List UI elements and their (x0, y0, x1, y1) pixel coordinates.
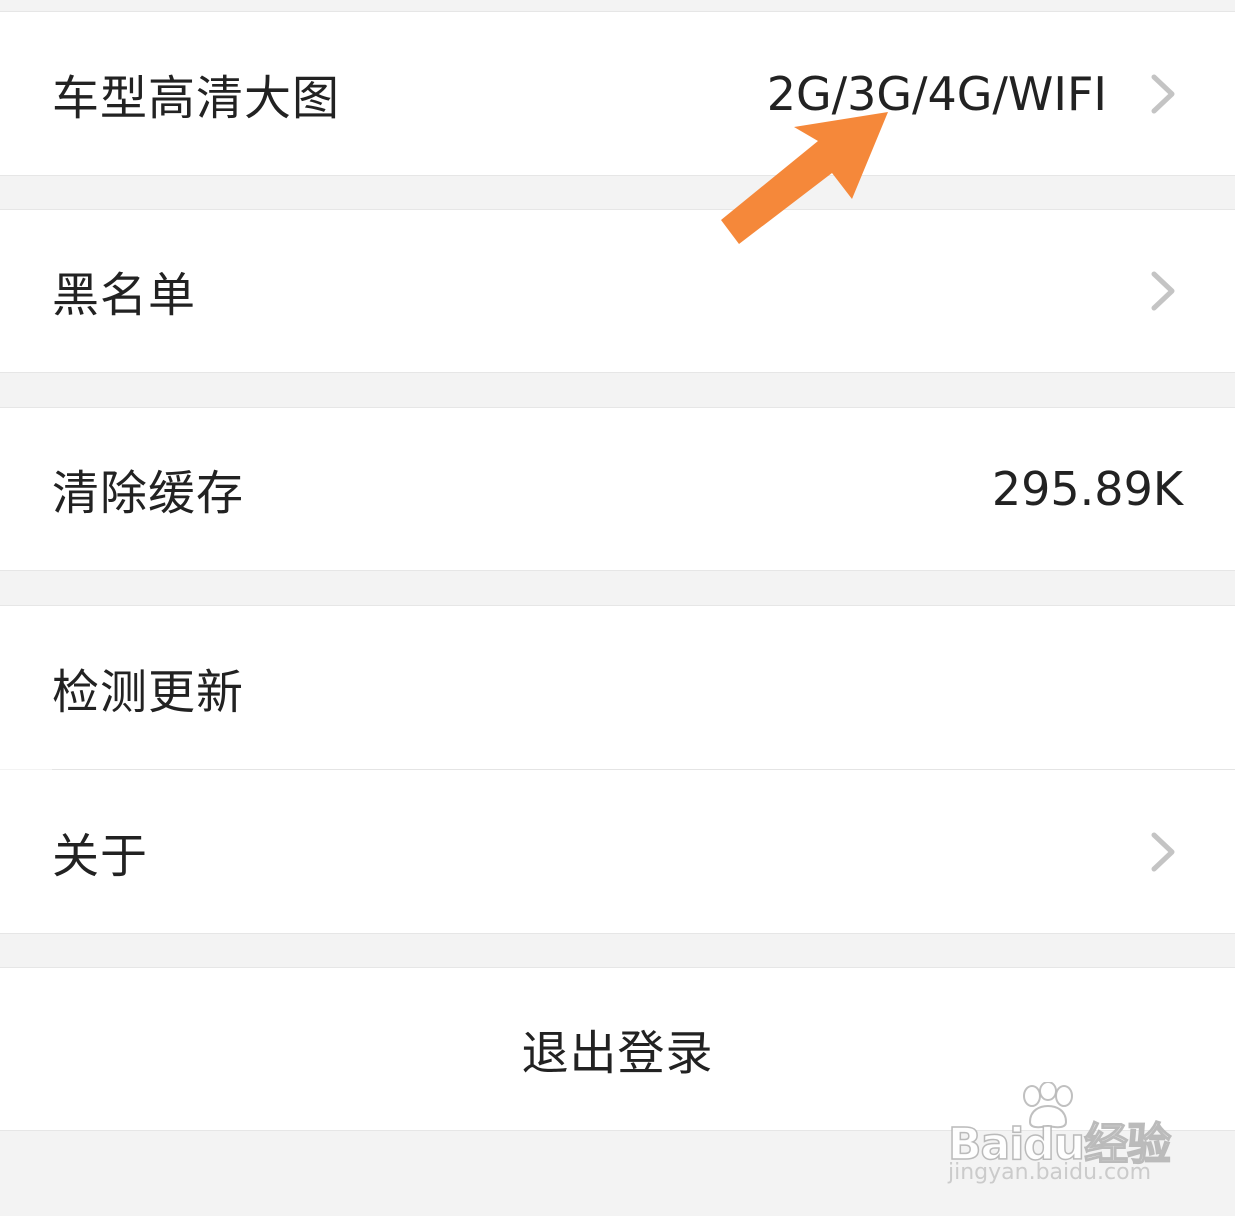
setting-label-clear-cache: 清除缓存 (52, 466, 244, 522)
setting-row-check-update[interactable]: 检测更新 (0, 605, 1235, 769)
setting-row-about[interactable]: 关于 (0, 770, 1235, 934)
setting-row-hd-images[interactable]: 车型高清大图 2G/3G/4G/WIFI (0, 12, 1235, 176)
setting-value-cache-size: 295.89K (991, 462, 1183, 516)
setting-row-blacklist[interactable]: 黑名单 (0, 209, 1235, 373)
setting-row-clear-cache[interactable]: 清除缓存 295.89K (0, 407, 1235, 571)
setting-label-check-update: 检测更新 (52, 665, 244, 720)
logout-button[interactable]: 退出登录 (0, 967, 1235, 1131)
setting-label-about: 关于 (52, 829, 148, 884)
logout-label: 退出登录 (521, 1026, 714, 1082)
top-spacer (0, 0, 1235, 12)
setting-label-hd-images: 车型高清大图 (52, 71, 340, 126)
settings-screen: 车型高清大图 2G/3G/4G/WIFI 黑名单 清除缓存 295.89K 检测… (0, 0, 1235, 1216)
chevron-right-icon (1145, 832, 1179, 872)
setting-label-blacklist: 黑名单 (52, 268, 196, 324)
chevron-right-icon (1145, 271, 1179, 311)
watermark-url: jingyan.baidu.com (948, 1160, 1152, 1185)
chevron-right-icon (1145, 74, 1179, 114)
setting-value-network: 2G/3G/4G/WIFI (766, 66, 1107, 121)
